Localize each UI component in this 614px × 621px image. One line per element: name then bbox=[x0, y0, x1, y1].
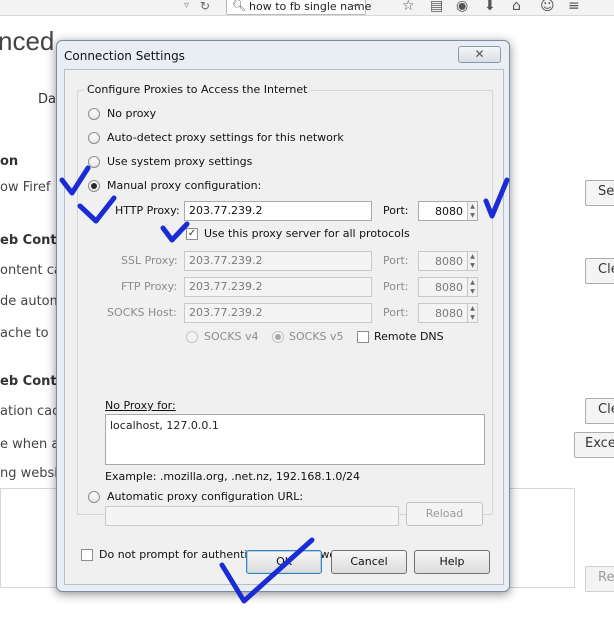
socks-v5-radio[interactable] bbox=[272, 331, 284, 343]
no-proxy-radio[interactable] bbox=[88, 108, 100, 120]
spin-arrows-icon[interactable]: ▲ ▼ bbox=[467, 202, 477, 220]
socks-port-value: 8080 bbox=[435, 307, 463, 320]
ssl-port-label: Port: bbox=[383, 254, 409, 267]
socks-v4-label: SOCKS v4 bbox=[204, 330, 259, 343]
no-proxy-for-textarea[interactable]: localhost, 127.0.0.1 bbox=[105, 414, 485, 465]
page-text: ow Firef bbox=[0, 180, 51, 195]
star-bookmark-icon[interactable]: ☆ bbox=[402, 0, 415, 14]
page-text: ng websi bbox=[0, 466, 58, 481]
section-heading: eb Cont bbox=[0, 374, 57, 389]
no-proxy-label: No proxy bbox=[107, 107, 157, 120]
ok-button[interactable]: OK bbox=[246, 550, 322, 574]
help-button[interactable]: Help bbox=[414, 550, 490, 574]
group-label: Configure Proxies to Access the Internet bbox=[84, 83, 311, 96]
http-proxy-label: HTTP Proxy: bbox=[115, 204, 180, 217]
clear-offline-button[interactable]: Cle bbox=[585, 398, 614, 424]
settings-button[interactable]: Se bbox=[585, 180, 614, 206]
download-icon[interactable]: ⬇ bbox=[484, 0, 496, 14]
search-go-icon[interactable]: → bbox=[352, 0, 361, 12]
remove-button[interactable]: Re bbox=[585, 566, 614, 592]
manual-proxy-label: Manual proxy configuration: bbox=[107, 179, 262, 192]
socks-v5-label: SOCKS v5 bbox=[289, 330, 344, 343]
smiley-icon[interactable]: ☺ bbox=[540, 0, 555, 14]
close-button[interactable]: ✕ bbox=[458, 46, 501, 63]
http-proxy-field[interactable]: 203.77.239.2 bbox=[184, 201, 372, 221]
ftp-port-value: 8080 bbox=[435, 281, 463, 294]
exceptions-button[interactable]: Exce bbox=[574, 432, 614, 458]
spin-arrows-icon[interactable]: ▲ ▼ bbox=[467, 278, 477, 296]
ftp-proxy-label: FTP Proxy: bbox=[121, 280, 178, 293]
page-text: e when a bbox=[0, 437, 60, 452]
dialog-body: Configure Proxies to Access the Internet… bbox=[64, 69, 504, 585]
ssl-port-stepper[interactable]: 8080 ▲ ▼ bbox=[418, 251, 478, 271]
manual-proxy-radio[interactable] bbox=[88, 180, 100, 192]
dropdown-arrow-icon[interactable]: ▿ bbox=[184, 0, 189, 11]
close-icon: ✕ bbox=[474, 47, 485, 61]
reload-icon[interactable]: ↻ bbox=[200, 0, 210, 13]
remote-dns-checkbox[interactable] bbox=[357, 331, 369, 343]
http-port-stepper[interactable]: 8080 ▲ ▼ bbox=[418, 201, 478, 221]
section-heading: on bbox=[0, 154, 19, 169]
ftp-port-label: Port: bbox=[383, 280, 409, 293]
connection-settings-dialog: Connection Settings ✕ Configure Proxies … bbox=[56, 40, 510, 592]
section-heading: eb Cont bbox=[0, 233, 57, 248]
auto-url-field[interactable] bbox=[105, 506, 399, 526]
auto-url-label: Automatic proxy configuration URL: bbox=[107, 490, 304, 503]
menu-icon[interactable]: ≡ bbox=[568, 0, 580, 14]
page-text: ache to bbox=[0, 326, 49, 341]
no-proxy-for-label: No Proxy for: bbox=[105, 399, 176, 412]
system-proxy-radio[interactable] bbox=[88, 156, 100, 168]
dialog-titlebar[interactable]: Connection Settings ✕ bbox=[57, 41, 509, 69]
socks-port-stepper[interactable]: 8080 ▲ ▼ bbox=[418, 303, 478, 323]
spin-arrows-icon[interactable]: ▲ ▼ bbox=[467, 304, 477, 322]
socks-port-label: Port: bbox=[383, 306, 409, 319]
page-title: nced bbox=[0, 26, 55, 56]
use-for-all-checkbox[interactable]: ✓ bbox=[186, 228, 198, 240]
auto-detect-label: Auto-detect proxy settings for this netw… bbox=[107, 131, 344, 144]
socks-v4-radio[interactable] bbox=[186, 331, 198, 343]
proxy-group: Configure Proxies to Access the Internet… bbox=[77, 83, 493, 515]
ftp-proxy-field[interactable]: 203.77.239.2 bbox=[184, 277, 372, 297]
http-port-label: Port: bbox=[383, 204, 409, 217]
search-input[interactable]: 🔍︎ how to fb single name → bbox=[226, 0, 371, 15]
home-icon[interactable]: ⌂ bbox=[512, 0, 521, 14]
auth-checkbox[interactable] bbox=[81, 549, 93, 561]
clear-cache-button[interactable]: Cle bbox=[585, 258, 614, 284]
socks-host-label: SOCKS Host: bbox=[107, 306, 177, 319]
page-text: ontent ca bbox=[0, 263, 62, 278]
ssl-port-value: 8080 bbox=[435, 255, 463, 268]
search-icon: 🔍︎ bbox=[232, 0, 246, 12]
socks-host-field[interactable]: 203.77.239.2 bbox=[184, 303, 372, 323]
http-port-value: 8080 bbox=[435, 205, 463, 218]
auto-url-radio[interactable] bbox=[88, 491, 100, 503]
ftp-port-stepper[interactable]: 8080 ▲ ▼ bbox=[418, 277, 478, 297]
page-text: de autom bbox=[0, 294, 63, 309]
reading-list-icon[interactable]: ▤ bbox=[430, 0, 443, 14]
use-for-all-label: Use this proxy server for all protocols bbox=[204, 227, 410, 240]
pocket-icon[interactable]: ◉ bbox=[456, 0, 468, 14]
dialog-title: Connection Settings bbox=[64, 49, 185, 63]
cancel-button[interactable]: Cancel bbox=[331, 550, 407, 574]
ssl-proxy-field[interactable]: 203.77.239.2 bbox=[184, 251, 372, 271]
reload-button[interactable]: Reload bbox=[406, 502, 483, 526]
page-text: ation cac bbox=[0, 404, 60, 419]
tab-data[interactable]: Da bbox=[38, 92, 56, 107]
system-proxy-label: Use system proxy settings bbox=[107, 155, 253, 168]
no-proxy-example: Example: .mozilla.org, .net.nz, 192.168.… bbox=[105, 470, 361, 483]
remote-dns-label: Remote DNS bbox=[374, 330, 444, 343]
spin-arrows-icon[interactable]: ▲ ▼ bbox=[467, 252, 477, 270]
ssl-proxy-label: SSL Proxy: bbox=[121, 254, 178, 267]
auto-detect-radio[interactable] bbox=[88, 132, 100, 144]
browser-toolbar: ▿ ↻ 🔍︎ how to fb single name → ☆ ▤ ◉ ⬇ ⌂… bbox=[0, 0, 614, 16]
